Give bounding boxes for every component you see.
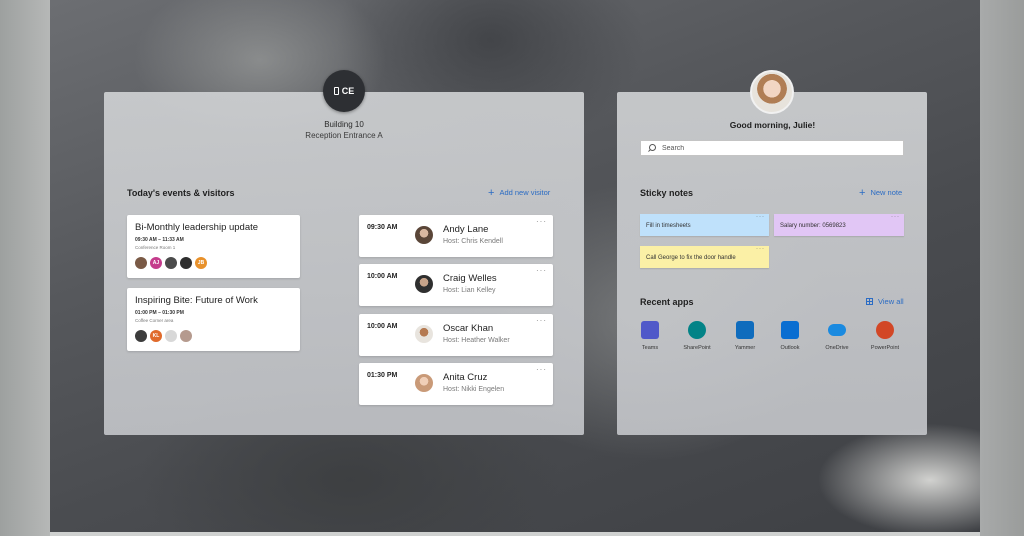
recent-apps-title: Recent apps [640, 297, 694, 307]
entrance-name: Reception Entrance A [305, 131, 383, 140]
attendee-avatar[interactable]: KL [150, 330, 162, 342]
sticky-note-text: Fill in timesheets [646, 223, 691, 229]
event-card[interactable]: Bi-Monthly leadership update 09:30 AM – … [127, 215, 300, 278]
outlook-icon [781, 321, 799, 339]
app-onedrive[interactable]: OneDrive [817, 321, 857, 351]
visitor-host: Host: Lian Kelley [443, 287, 496, 294]
sharepoint-icon [688, 321, 706, 339]
event-time: 09:30 AM – 11:33 AM [135, 237, 184, 243]
event-card[interactable]: Inspiring Bite: Future of Work 01:00 PM … [127, 288, 300, 351]
visitor-avatar [415, 275, 433, 293]
sticky-note[interactable]: Salary number: 0569823 ··· [774, 214, 904, 236]
event-location: Coffee Corner area [135, 318, 174, 323]
event-title: Bi-Monthly leadership update [135, 222, 259, 233]
visitor-card[interactable]: 01:30 PM Anita Cruz Host: Nikki Engelen … [359, 363, 553, 405]
event-title: Inspiring Bite: Future of Work [135, 295, 258, 306]
visitor-card[interactable]: 10:00 AM Craig Welles Host: Lian Kelley … [359, 264, 553, 306]
more-options-icon[interactable]: ··· [536, 316, 547, 325]
profile-avatar[interactable] [750, 70, 794, 114]
powerpoint-icon [876, 321, 894, 339]
sticky-note-text: Salary number: 0569823 [780, 223, 846, 229]
app-label: Outlook [780, 345, 800, 351]
view-all-button[interactable]: View all [866, 297, 904, 306]
app-label: OneDrive [825, 345, 849, 351]
visitor-time: 10:00 AM [367, 323, 398, 330]
new-note-button[interactable]: + New note [859, 186, 903, 199]
visitor-name: Craig Welles [443, 273, 497, 284]
visitor-avatar [415, 374, 433, 392]
app-powerpoint[interactable]: PowerPoint [865, 321, 905, 351]
background-right [980, 0, 1024, 536]
attendee-avatar[interactable] [165, 257, 177, 269]
visitor-host: Host: Heather Walker [443, 337, 510, 344]
sticky-note-text: Call George to fix the door handle [646, 255, 736, 261]
plus-icon: + [859, 186, 866, 199]
attendee-avatar[interactable] [135, 257, 147, 269]
app-sharepoint[interactable]: SharePoint [677, 321, 717, 351]
greeting-text: Good morning, Julie! [729, 120, 816, 130]
app-outlook[interactable]: Outlook [770, 321, 810, 351]
building-name: Building 10 [324, 120, 364, 129]
attendee-list: KL [135, 330, 192, 342]
attendee-avatar[interactable]: AJ [150, 257, 162, 269]
visitor-name: Anita Cruz [443, 372, 488, 383]
plus-icon: + [488, 186, 495, 199]
more-options-icon[interactable]: ··· [536, 266, 547, 275]
attendee-avatar[interactable] [180, 257, 192, 269]
visitor-host: Host: Nikki Engelen [443, 386, 505, 393]
visitor-card[interactable]: 10:00 AM Oscar Khan Host: Heather Walker… [359, 314, 553, 356]
app-label: PowerPoint [870, 345, 900, 351]
location-badge-text: CE [341, 86, 355, 96]
sticky-note[interactable]: Fill in timesheets ··· [640, 214, 769, 236]
visitor-name: Oscar Khan [443, 323, 494, 334]
teams-icon [641, 321, 659, 339]
visitor-time: 10:00 AM [367, 273, 398, 280]
event-location: Conference Room 1 [135, 245, 176, 250]
sticky-note[interactable]: Call George to fix the door handle ··· [640, 246, 769, 268]
door-icon [333, 87, 339, 95]
visitor-time: 01:30 PM [367, 372, 398, 379]
background-left [0, 0, 50, 536]
app-teams[interactable]: Teams [630, 321, 670, 351]
more-options-icon[interactable]: ··· [536, 217, 547, 226]
app-label: SharePoint [683, 345, 711, 351]
visitor-host: Host: Chris Kendell [443, 238, 503, 245]
more-options-icon[interactable]: ··· [756, 214, 765, 220]
more-options-icon[interactable]: ··· [891, 214, 900, 220]
events-section-title: Today's events & visitors [127, 188, 235, 198]
more-options-icon[interactable]: ··· [536, 365, 547, 374]
search-box[interactable] [640, 140, 904, 156]
add-visitor-button[interactable]: + Add new visitor [488, 186, 551, 199]
sticky-notes-title: Sticky notes [640, 188, 694, 198]
location-badge: CE [323, 70, 365, 112]
grid-icon [866, 298, 873, 305]
app-label: Teams [641, 345, 659, 351]
onedrive-icon [828, 324, 846, 336]
visitor-time: 09:30 AM [367, 224, 398, 231]
more-options-icon[interactable]: ··· [756, 246, 765, 252]
attendee-avatar[interactable]: JB [195, 257, 207, 269]
event-time: 01:00 PM – 01:30 PM [135, 310, 184, 316]
attendee-avatar[interactable] [165, 330, 177, 342]
visitor-avatar [415, 226, 433, 244]
visitor-name: Andy Lane [443, 224, 489, 235]
app-yammer[interactable]: Yammer [725, 321, 765, 351]
view-all-label: View all [878, 297, 904, 306]
visitor-card[interactable]: 09:30 AM Andy Lane Host: Chris Kendell ·… [359, 215, 553, 257]
background-strip [50, 532, 980, 536]
search-icon [647, 143, 656, 153]
new-note-label: New note [870, 188, 903, 197]
search-input[interactable] [662, 144, 882, 152]
visitor-avatar [415, 325, 433, 343]
app-label: Yammer [734, 345, 756, 351]
attendee-avatar[interactable] [180, 330, 192, 342]
attendee-avatar[interactable] [135, 330, 147, 342]
add-visitor-label: Add new visitor [499, 188, 551, 197]
attendee-list: AJ JB [135, 257, 207, 269]
yammer-icon [736, 321, 754, 339]
